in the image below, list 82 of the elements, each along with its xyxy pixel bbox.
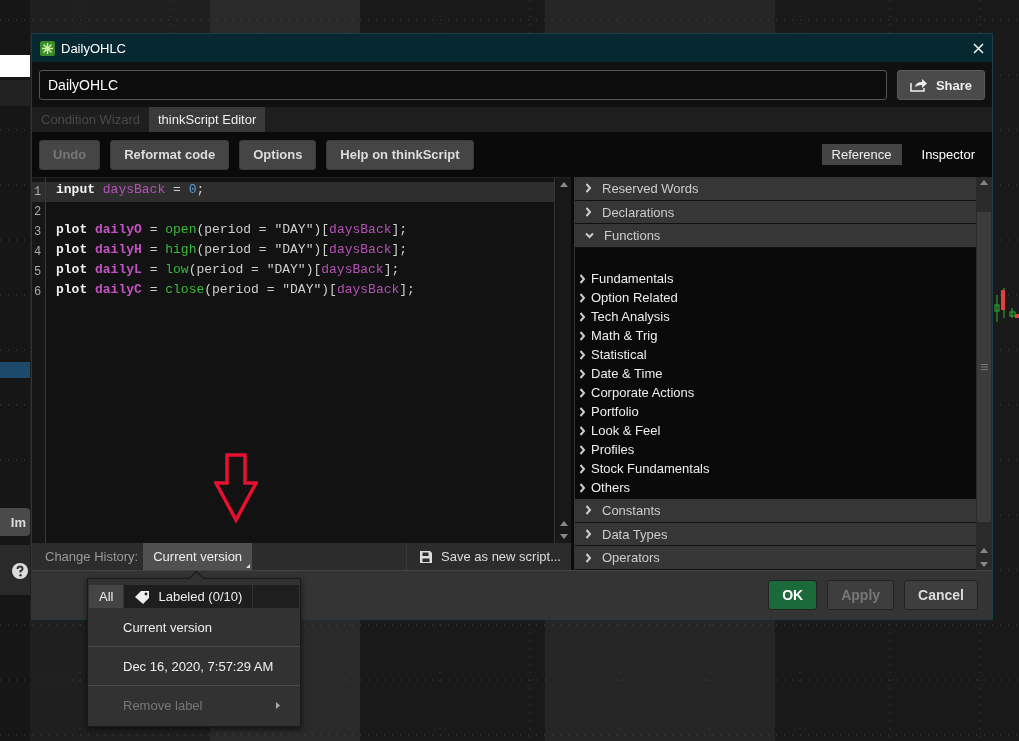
line-number: 4 [33,244,43,261]
chevron-right-icon [585,552,592,563]
chevron-right-icon [585,207,592,217]
line-number: 5 [33,264,43,281]
tag-icon [134,589,151,604]
input-field[interactable] [0,55,30,77]
line-number: 3 [33,224,43,241]
filter-tab[interactable]: All [89,585,125,608]
chevron-right-icon [579,425,586,436]
chevron-right-icon [585,505,592,516]
chevron-right-icon [579,292,586,303]
scroll-up-icon[interactable] [559,182,568,187]
tree-item[interactable]: Date & Time [575,364,976,383]
section-header[interactable]: Declarations [575,200,976,225]
chevron-right-icon [579,406,586,417]
chevron-right-icon [579,273,586,284]
scroll-up-icon[interactable] [980,180,988,185]
line-number: 6 [33,284,43,301]
code-line: input daysBack = 0; [56,182,205,197]
view-tab[interactable]: Reference [821,144,902,165]
view-tab[interactable]: Inspector [911,144,985,165]
save-icon [419,549,434,564]
toolbar-button[interactable]: Options [239,139,317,170]
section-header[interactable]: Operators [575,546,976,571]
tree-item[interactable]: Others [575,478,976,497]
dropdown-corner-icon [246,564,251,568]
tree-item[interactable]: Profiles [575,440,976,459]
code-line: plot dailyL = low(period = "DAY")[daysBack]; [56,262,400,277]
dialog-button[interactable]: OK [768,580,818,610]
change-history-label: Change History: [44,548,140,566]
code-line: plot dailyH = high(period = "DAY")[daysBack]; [56,242,408,257]
chevron-down-icon [585,232,594,240]
line-number: 1 [32,182,45,202]
share-button[interactable]: Share [897,70,985,100]
toolbar-button[interactable]: Help on thinkScript [326,139,474,170]
tree-item[interactable]: Look & Feel [575,421,976,440]
window-title: DailyOHLC [61,40,127,56]
tree-item[interactable]: Stock Fundamentals [575,459,976,478]
editor-tab[interactable]: thinkScript Editor [149,107,266,132]
arrow-annotation [214,453,258,523]
tree-item[interactable]: Option Related [575,288,976,307]
chevron-right-icon [579,482,586,493]
menu-item[interactable]: Dec 16, 2020, 7:57:29 AM [88,647,300,686]
tree-item[interactable]: Tech Analysis [575,307,976,326]
close-icon[interactable] [973,42,984,54]
scrollbar-thumb[interactable] [977,211,991,522]
submenu-arrow-icon [276,701,280,709]
section-header[interactable]: Constants [575,499,976,523]
chevron-right-icon [585,529,592,539]
chevron-right-icon [579,463,586,474]
tree-item[interactable]: Portfolio [575,402,976,421]
chevron-right-icon [579,387,586,398]
chevron-right-icon [585,183,592,194]
toolbar-button[interactable]: Reformat code [110,139,230,170]
chevron-right-icon [579,444,586,455]
tree-item[interactable]: Corporate Actions [575,383,976,402]
scroll-up-icon[interactable] [559,521,568,526]
scroll-down-icon[interactable] [559,534,568,539]
chevron-right-icon [579,349,586,360]
name-field[interactable]: DailyOHLC [39,70,887,100]
app-logo-icon [40,40,55,56]
filter-tab[interactable]: Labeled (0/10) [124,585,254,608]
section-header[interactable]: Functions [575,224,976,248]
tree-item[interactable]: Fundamentals [575,269,976,288]
version-dropdown[interactable]: Current version [143,543,253,570]
chevron-right-icon [579,311,586,322]
tree-item[interactable]: Math & Trig [575,326,976,345]
section-header[interactable]: Data Types [575,522,976,547]
code-line: plot dailyO = open(period = "DAY")[daysBack]; [56,222,408,237]
help-icon [12,563,28,579]
section-header[interactable]: Reserved Words [575,177,976,201]
tree-item[interactable]: Statistical [575,345,976,364]
dialog-button[interactable]: Cancel [904,580,978,610]
chevron-right-icon [579,368,586,379]
code-line: plot dailyC = close(period = "DAY")[daysBack]; [56,282,415,297]
menu-item[interactable]: Current version [88,608,300,647]
chevron-right-icon [579,330,586,341]
scroll-up-icon[interactable] [980,548,988,553]
scroll-down-icon[interactable] [980,562,988,567]
toolbar-button[interactable]: Im [0,508,30,536]
share-icon [909,78,928,92]
line-number: 2 [33,204,43,221]
